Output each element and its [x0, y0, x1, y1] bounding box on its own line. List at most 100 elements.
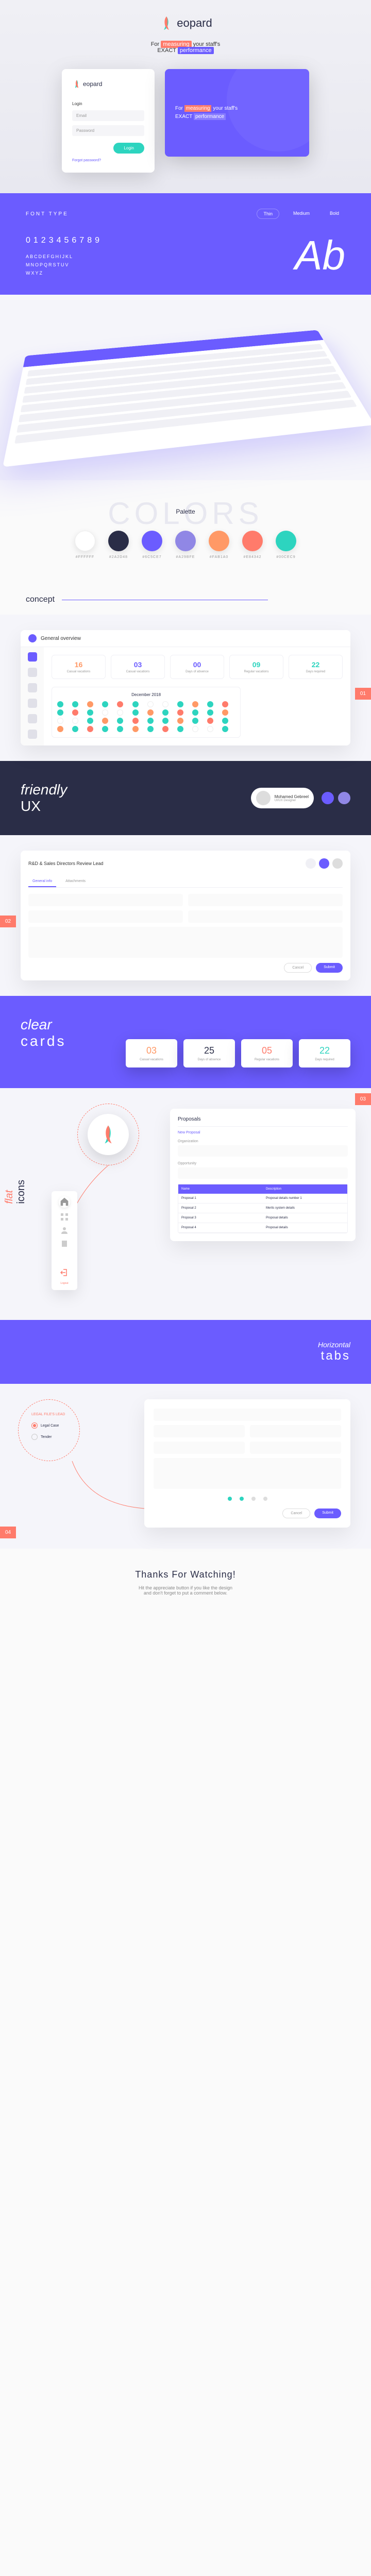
- settings-icon[interactable]: [338, 792, 350, 804]
- form-input[interactable]: [250, 1442, 341, 1454]
- weight-bold[interactable]: Bold: [324, 209, 345, 219]
- radio-option[interactable]: Tender: [31, 1434, 66, 1440]
- calendar-day[interactable]: [87, 701, 93, 707]
- form-input[interactable]: [154, 1442, 245, 1454]
- grid-icon[interactable]: [60, 1213, 69, 1221]
- calendar-day[interactable]: [57, 726, 63, 732]
- sidebar-icon[interactable]: [28, 730, 37, 739]
- calendar-day[interactable]: [177, 718, 183, 724]
- calendar-day[interactable]: [162, 726, 168, 732]
- form-textarea[interactable]: [28, 927, 343, 958]
- calendar-day[interactable]: [192, 701, 198, 707]
- notification-icon[interactable]: [322, 792, 334, 804]
- calendar-day[interactable]: [87, 709, 93, 716]
- calendar-day[interactable]: [147, 709, 154, 716]
- calendar-day[interactable]: [207, 718, 213, 724]
- radio-icon: [31, 1422, 38, 1429]
- calendar-day[interactable]: [117, 709, 123, 716]
- legal-title: LEGAL FILE'S LEAD: [31, 1413, 66, 1416]
- user-chip[interactable]: Mohamed Gebreel UI/UX Designer: [251, 788, 314, 808]
- calendar-day[interactable]: [222, 718, 228, 724]
- calendar-day[interactable]: [192, 726, 198, 732]
- tab-attachments[interactable]: Attachments: [61, 876, 90, 887]
- calendar-day[interactable]: [192, 709, 198, 716]
- sidebar-icon[interactable]: [28, 714, 37, 723]
- sidebar-icon[interactable]: [28, 668, 37, 677]
- file-icon[interactable]: [60, 1240, 69, 1248]
- calendar-day[interactable]: [57, 718, 63, 724]
- home-icon[interactable]: [59, 1196, 70, 1208]
- form-input[interactable]: [188, 894, 343, 906]
- tab-general[interactable]: General info: [28, 876, 56, 887]
- calendar-day[interactable]: [102, 709, 108, 716]
- login-button[interactable]: Login: [113, 143, 144, 154]
- email-field[interactable]: Email: [72, 110, 144, 121]
- weight-thin[interactable]: Thin: [257, 209, 279, 219]
- calendar-day[interactable]: [102, 701, 108, 707]
- calendar-day[interactable]: [72, 718, 78, 724]
- form-input[interactable]: [250, 1425, 341, 1437]
- calendar-day[interactable]: [222, 726, 228, 732]
- calendar-day[interactable]: [87, 718, 93, 724]
- calendar-day[interactable]: [132, 701, 139, 707]
- calendar-day[interactable]: [162, 709, 168, 716]
- calendar-day[interactable]: [102, 718, 108, 724]
- table-row[interactable]: Proposal 3Proposal details: [178, 1213, 347, 1223]
- calendar-day[interactable]: [57, 709, 63, 716]
- calendar-day[interactable]: [132, 709, 139, 716]
- weight-medium[interactable]: Medium: [287, 209, 316, 219]
- cancel-button[interactable]: Cancel: [284, 963, 312, 973]
- calendar-day[interactable]: [222, 709, 228, 716]
- calendar-day[interactable]: [207, 701, 213, 707]
- cancel-button[interactable]: Cancel: [282, 1509, 310, 1518]
- calendar-day[interactable]: [117, 726, 123, 732]
- logout-icon[interactable]: [60, 1268, 69, 1277]
- calendar-day[interactable]: [162, 701, 168, 707]
- calendar-day[interactable]: [132, 726, 139, 732]
- calendar-day[interactable]: [132, 718, 139, 724]
- calendar-day[interactable]: [147, 718, 154, 724]
- form-input[interactable]: [154, 1409, 341, 1421]
- sidebar-icon[interactable]: [28, 683, 37, 692]
- header-icon[interactable]: [306, 858, 316, 869]
- calendar-day[interactable]: [207, 726, 213, 732]
- sidebar-icon[interactable]: [28, 652, 37, 662]
- form-input[interactable]: [188, 910, 343, 923]
- calendar-day[interactable]: [117, 701, 123, 707]
- calendar-day[interactable]: [57, 701, 63, 707]
- header-icon[interactable]: [319, 858, 329, 869]
- avatar-icon[interactable]: [332, 858, 343, 869]
- form-input[interactable]: [28, 910, 183, 923]
- submit-button[interactable]: Submit: [316, 963, 343, 973]
- form-input[interactable]: [154, 1425, 245, 1437]
- calendar-day[interactable]: [162, 718, 168, 724]
- table-row[interactable]: Proposal 2Merits system details: [178, 1204, 347, 1213]
- password-field[interactable]: Password: [72, 125, 144, 136]
- radio-option[interactable]: Legal Case: [31, 1422, 66, 1429]
- form-input[interactable]: [28, 894, 183, 906]
- calendar-day[interactable]: [117, 718, 123, 724]
- table-row[interactable]: Proposal 4Proposal details: [178, 1223, 347, 1233]
- calendar-day[interactable]: [177, 701, 183, 707]
- calendar-day[interactable]: [222, 701, 228, 707]
- calendar-day[interactable]: [177, 709, 183, 716]
- calendar-day[interactable]: [192, 718, 198, 724]
- calendar-day[interactable]: [147, 701, 154, 707]
- new-proposal-link[interactable]: New Proposal: [178, 1131, 348, 1134]
- calendar-day[interactable]: [207, 709, 213, 716]
- calendar-day[interactable]: [177, 726, 183, 732]
- users-icon[interactable]: [60, 1226, 69, 1234]
- opp-select[interactable]: [178, 1167, 348, 1179]
- calendar-day[interactable]: [72, 709, 78, 716]
- forgot-link[interactable]: Forgot password?: [72, 154, 144, 162]
- sidebar-icon[interactable]: [28, 699, 37, 708]
- calendar-day[interactable]: [147, 726, 154, 732]
- calendar-day[interactable]: [72, 701, 78, 707]
- org-select[interactable]: [178, 1145, 348, 1157]
- calendar-day[interactable]: [87, 726, 93, 732]
- calendar-day[interactable]: [72, 726, 78, 732]
- calendar-day[interactable]: [102, 726, 108, 732]
- table-row[interactable]: Proposal 1Proposal details number 1: [178, 1194, 347, 1204]
- form-textarea[interactable]: [154, 1458, 341, 1489]
- submit-button[interactable]: Submit: [314, 1509, 341, 1518]
